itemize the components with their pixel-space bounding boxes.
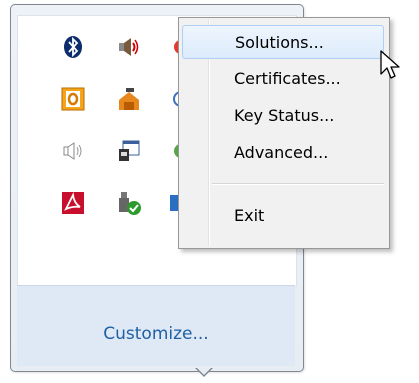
menu-item-exit[interactable]: Exit [182, 199, 384, 233]
usb-device-check-icon[interactable] [114, 188, 144, 218]
program-window-icon[interactable] [114, 136, 144, 166]
flyout-footer: Customize... [17, 285, 295, 366]
flyout-pointer [195, 367, 213, 377]
menu-item-label: Certificates... [234, 69, 341, 88]
speaker-icon[interactable] [114, 32, 144, 62]
menu-item-key-status[interactable]: Key Status... [182, 99, 384, 133]
mouse-cursor-icon [380, 50, 402, 86]
context-menu: Solutions... Certificates... Key Status.… [178, 17, 390, 249]
menu-item-label: Key Status... [234, 106, 335, 125]
menu-item-label: Solutions... [235, 33, 324, 52]
menu-separator [212, 183, 384, 185]
menu-item-advanced[interactable]: Advanced... [182, 136, 384, 170]
network-share-icon[interactable] [114, 84, 144, 114]
menu-item-solutions[interactable]: Solutions... [182, 25, 384, 59]
bluetooth-icon[interactable] [58, 32, 88, 62]
adobe-reader-icon[interactable] [58, 188, 88, 218]
customize-link[interactable]: Customize... [17, 324, 295, 344]
outlook-icon[interactable] [58, 84, 88, 114]
volume-icon[interactable] [58, 136, 88, 166]
menu-item-certificates[interactable]: Certificates... [182, 62, 384, 96]
menu-item-label: Advanced... [234, 143, 329, 162]
menu-item-label: Exit [234, 206, 265, 225]
